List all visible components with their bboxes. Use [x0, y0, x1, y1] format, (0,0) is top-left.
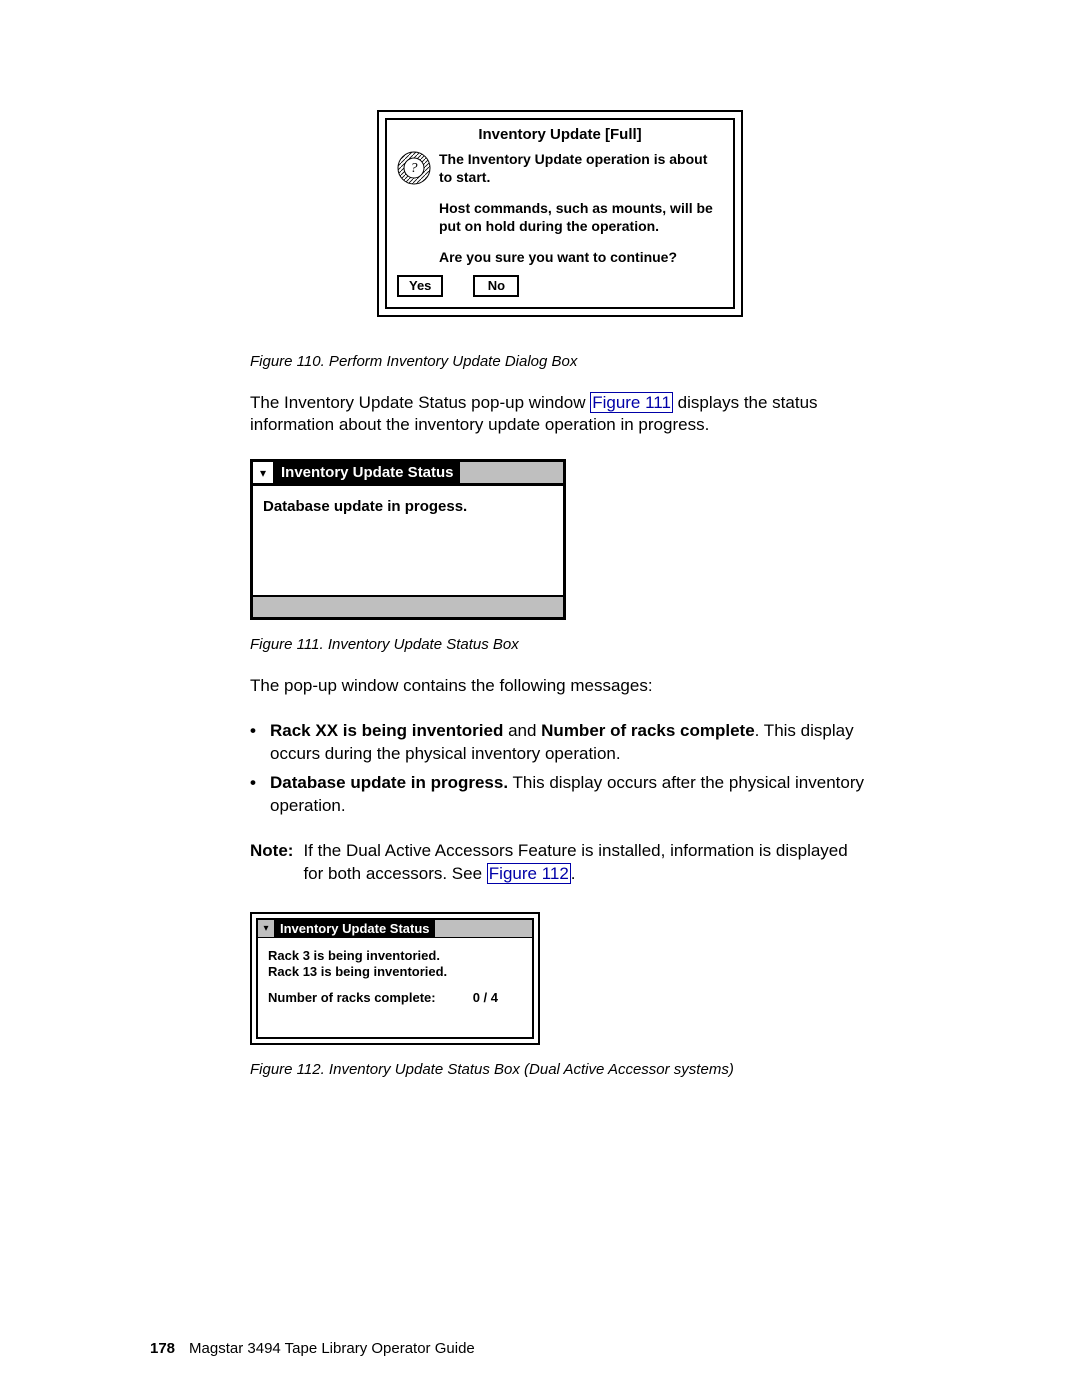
list-item: • Rack XX is being inventoried and Numbe… [250, 720, 870, 766]
svg-text:?: ? [411, 161, 418, 176]
paragraph-1: The Inventory Update Status pop-up windo… [250, 392, 870, 438]
title-bar-fill [460, 462, 563, 483]
text: . [571, 864, 576, 883]
message-list: • Rack XX is being inventoried and Numbe… [250, 720, 870, 818]
racks-complete-value: 0 / 4 [473, 990, 498, 1006]
figure-111-caption: Figure 111. Inventory Update Status Box [250, 636, 870, 653]
status-line-2: Rack 13 is being inventoried. [268, 964, 522, 980]
dialog-body: Database update in progess. [253, 486, 563, 595]
dialog-title: Inventory Update Status [275, 462, 460, 483]
no-button[interactable]: No [473, 275, 519, 297]
list-item: • Database update in progress. This disp… [250, 772, 870, 818]
figure-112-caption: Figure 112. Inventory Update Status Box … [250, 1061, 870, 1078]
note-label: Note: [250, 840, 303, 886]
dialog-status-bar [253, 595, 563, 617]
text-bold: Number of racks complete [541, 721, 755, 740]
bullet-icon: • [250, 720, 270, 766]
text: The Inventory Update Status pop-up windo… [250, 393, 590, 412]
note: Note: If the Dual Active Accessors Featu… [250, 840, 870, 886]
system-menu-icon[interactable]: ▾ [258, 920, 275, 937]
dialog-p1: The Inventory Update operation is about … [439, 151, 723, 186]
inventory-update-full-dialog: Inventory Update [Full] ? [377, 110, 743, 317]
dialog-text: The Inventory Update operation is about … [439, 151, 733, 275]
dialog-title: Inventory Update [Full] [387, 120, 733, 151]
text: and [503, 721, 541, 740]
paragraph-2: The pop-up window contains the following… [250, 675, 870, 698]
dialog-body: Rack 3 is being inventoried. Rack 13 is … [258, 938, 532, 1037]
page: Inventory Update [Full] ? [0, 0, 1080, 1397]
page-footer: 178Magstar 3494 Tape Library Operator Gu… [150, 1340, 475, 1357]
system-menu-icon[interactable]: ▾ [253, 462, 275, 483]
figure-112-link[interactable]: Figure 112 [487, 863, 571, 884]
dialog-p2: Host commands, such as mounts, will be p… [439, 200, 723, 235]
footer-title: Magstar 3494 Tape Library Operator Guide [189, 1340, 475, 1357]
figure-110-caption: Figure 110. Perform Inventory Update Dia… [250, 353, 870, 370]
question-icon: ? [397, 151, 431, 185]
text-bold: Database update in progress. [270, 773, 508, 792]
dialog-p3: Are you sure you want to continue? [439, 249, 723, 267]
inventory-update-status-dialog-1: ▾ Inventory Update Status Database updat… [250, 459, 566, 620]
bullet-icon: • [250, 772, 270, 818]
text-bold: Rack XX is being inventoried [270, 721, 503, 740]
inventory-update-status-dialog-2: ▾ Inventory Update Status Rack 3 is bein… [250, 912, 540, 1045]
dialog-title: Inventory Update Status [275, 920, 435, 937]
racks-complete-label: Number of racks complete: [268, 990, 436, 1006]
text: If the Dual Active Accessors Feature is … [303, 841, 847, 883]
page-number: 178 [150, 1340, 189, 1357]
title-bar-fill [435, 920, 532, 937]
dialog-inner: Inventory Update [Full] ? [385, 118, 735, 309]
content-column: Inventory Update [Full] ? [250, 110, 870, 1078]
note-body: If the Dual Active Accessors Feature is … [303, 840, 870, 886]
yes-button[interactable]: Yes [397, 275, 443, 297]
status-line-1: Rack 3 is being inventoried. [268, 948, 522, 964]
figure-111-link[interactable]: Figure 111 [590, 392, 673, 413]
